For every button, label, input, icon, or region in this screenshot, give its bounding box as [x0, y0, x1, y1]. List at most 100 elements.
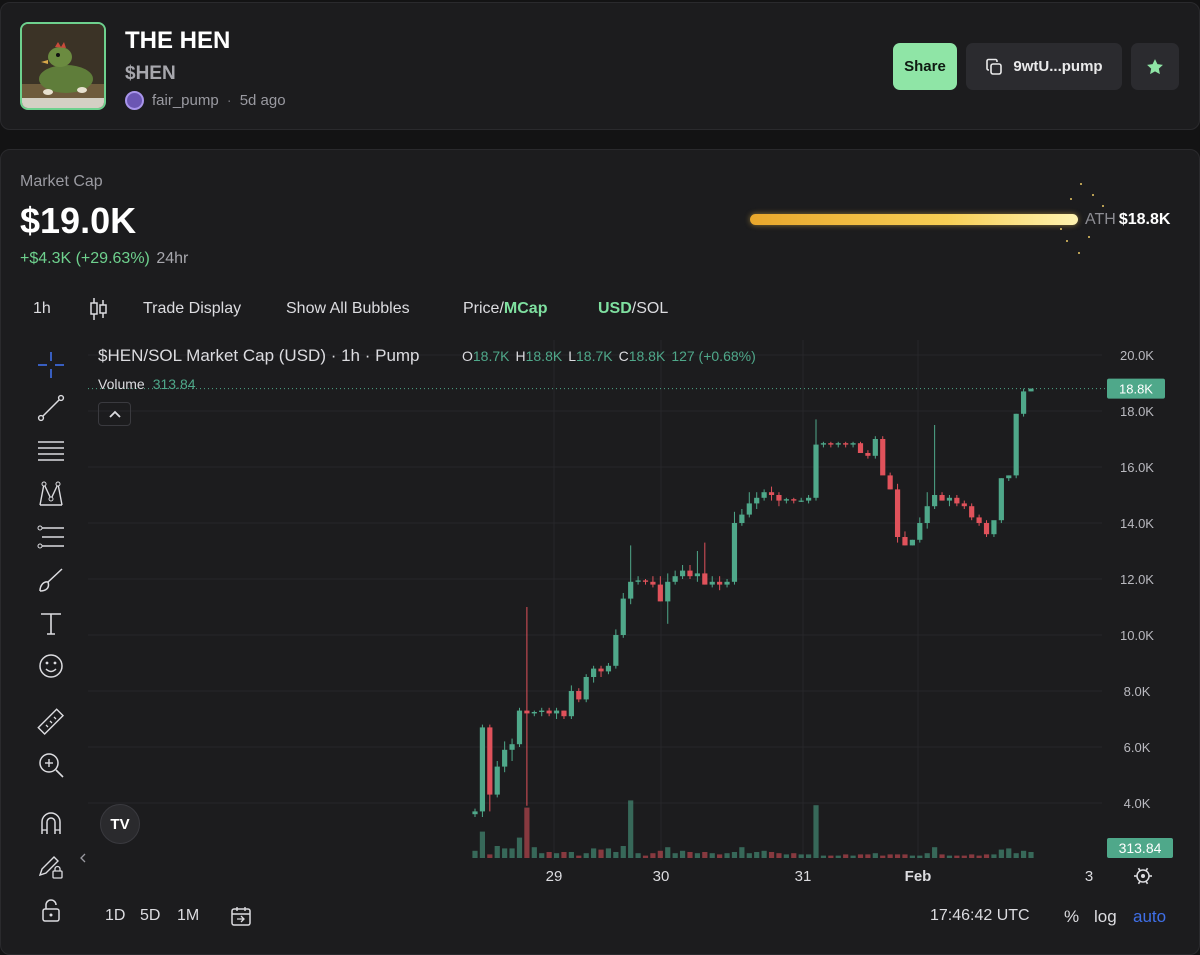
- candle-body: [813, 444, 819, 498]
- volume-label: Volume: [98, 376, 145, 392]
- volume-bar: [731, 852, 738, 858]
- volume-bar: [561, 852, 567, 858]
- horizontal-lines-tool[interactable]: [36, 436, 66, 466]
- candle-body: [909, 539, 915, 546]
- volume-bar: [635, 853, 641, 858]
- candle-body: [679, 570, 686, 577]
- percent-scale-toggle[interactable]: %: [1064, 907, 1079, 927]
- volume-bar: [924, 853, 930, 858]
- candle-body: [516, 710, 523, 745]
- x-axis-tick-label: 29: [546, 868, 563, 885]
- volume-bar: [761, 850, 767, 858]
- range-1d-button[interactable]: 1D: [105, 907, 125, 925]
- range-1m-button[interactable]: 1M: [177, 907, 199, 925]
- pattern-icon: [39, 481, 63, 506]
- candle-body: [857, 443, 864, 453]
- y-axis-tick-label: 6.0K: [1124, 740, 1151, 755]
- emoji-tool[interactable]: [36, 651, 66, 681]
- zoom-tool[interactable]: [36, 750, 66, 780]
- text-tool[interactable]: [36, 608, 66, 638]
- candle-body: [961, 503, 967, 507]
- candle-change: 127 (+0.68%): [671, 348, 756, 364]
- candle-body: [865, 453, 871, 456]
- volume-bar: [746, 853, 752, 858]
- ruler-tool[interactable]: [36, 707, 66, 737]
- fib-tool[interactable]: [36, 522, 66, 552]
- auto-scale-toggle[interactable]: auto: [1133, 907, 1166, 927]
- volume-bar: [850, 855, 856, 858]
- tradingview-logo[interactable]: TV: [100, 804, 140, 844]
- unlock-tool[interactable]: [36, 896, 66, 926]
- candle-body: [709, 581, 715, 585]
- lock-drawing-tool[interactable]: [36, 851, 66, 881]
- candle-body: [694, 573, 700, 577]
- candle-body: [546, 710, 552, 714]
- candle-body: [1020, 391, 1027, 414]
- volume-bar: [709, 853, 715, 858]
- last-volume-label: 313.84: [1119, 840, 1162, 856]
- volume-bar: [776, 853, 782, 858]
- candle-body: [983, 523, 990, 535]
- volume-bar: [524, 807, 530, 858]
- magnet-tool[interactable]: [36, 808, 66, 838]
- candle-body: [924, 506, 930, 523]
- pattern-tool[interactable]: [36, 479, 66, 509]
- volume-bar: [1020, 850, 1027, 858]
- candle-body: [576, 691, 582, 700]
- open-value: 18.7K: [472, 348, 510, 364]
- volume-bar: [553, 853, 560, 858]
- candle-body: [739, 514, 745, 523]
- volume-bar: [806, 854, 812, 858]
- candle-body: [635, 580, 641, 582]
- candle-body: [932, 495, 938, 507]
- chevron-left-icon: [80, 853, 86, 863]
- y-axis-tick-label: 4.0K: [1124, 796, 1151, 811]
- candle-body: [687, 570, 693, 577]
- volume-bar: [576, 855, 582, 858]
- volume-bar: [494, 846, 500, 858]
- collapse-legend-button[interactable]: [98, 402, 131, 426]
- settings-icon-tooth: [1145, 867, 1149, 872]
- low-value: 18.7K: [576, 348, 613, 364]
- log-scale-toggle[interactable]: log: [1094, 907, 1117, 927]
- candle-body: [561, 710, 567, 717]
- volume-bar: [516, 837, 523, 858]
- candle-body: [887, 475, 893, 490]
- crosshair-icon: [38, 352, 64, 378]
- collapse-toolbar-button[interactable]: [79, 843, 87, 873]
- candle-body: [568, 691, 574, 717]
- candle-body: [939, 495, 945, 501]
- volume-bar: [605, 848, 612, 858]
- price-chart[interactable]: 20.0K 18.0K 16.0K 14.0K 12.0K 10.0K 8.0K 6.0K 4.…: [0, 0, 1200, 955]
- crosshair-tool[interactable]: [36, 350, 66, 380]
- volume-bar: [472, 850, 478, 858]
- x-axis-tick-label: 3: [1085, 868, 1093, 885]
- candle-body: [472, 811, 478, 815]
- volume-bar: [702, 852, 708, 858]
- candle-body: [613, 635, 619, 666]
- range-5d-button[interactable]: 5D: [140, 907, 160, 925]
- trend-line-tool[interactable]: [36, 393, 66, 423]
- volume-bar: [539, 853, 545, 858]
- candle-body: [946, 497, 953, 501]
- volume-bar: [872, 853, 878, 858]
- candle-body: [502, 749, 508, 767]
- high-value: 18.8K: [525, 348, 563, 364]
- volume-bar: [672, 853, 678, 858]
- utc-clock[interactable]: 17:46:42 UTC: [930, 907, 1030, 925]
- goto-date-button[interactable]: [229, 904, 253, 933]
- candle-body: [998, 478, 1004, 521]
- candle-body: [665, 581, 671, 602]
- volume-bar: [642, 855, 649, 858]
- candle-body: [657, 584, 663, 602]
- brush-tool[interactable]: [36, 565, 66, 595]
- volume-bar: [946, 855, 953, 858]
- volume-bar: [724, 853, 730, 858]
- chevron-up-icon: [108, 410, 121, 418]
- volume-bar: [798, 854, 804, 858]
- candle-body: [702, 573, 708, 585]
- volume-bar: [828, 855, 834, 858]
- candle-body: [872, 439, 878, 456]
- candle-body: [724, 581, 730, 585]
- candle-body: [717, 581, 723, 585]
